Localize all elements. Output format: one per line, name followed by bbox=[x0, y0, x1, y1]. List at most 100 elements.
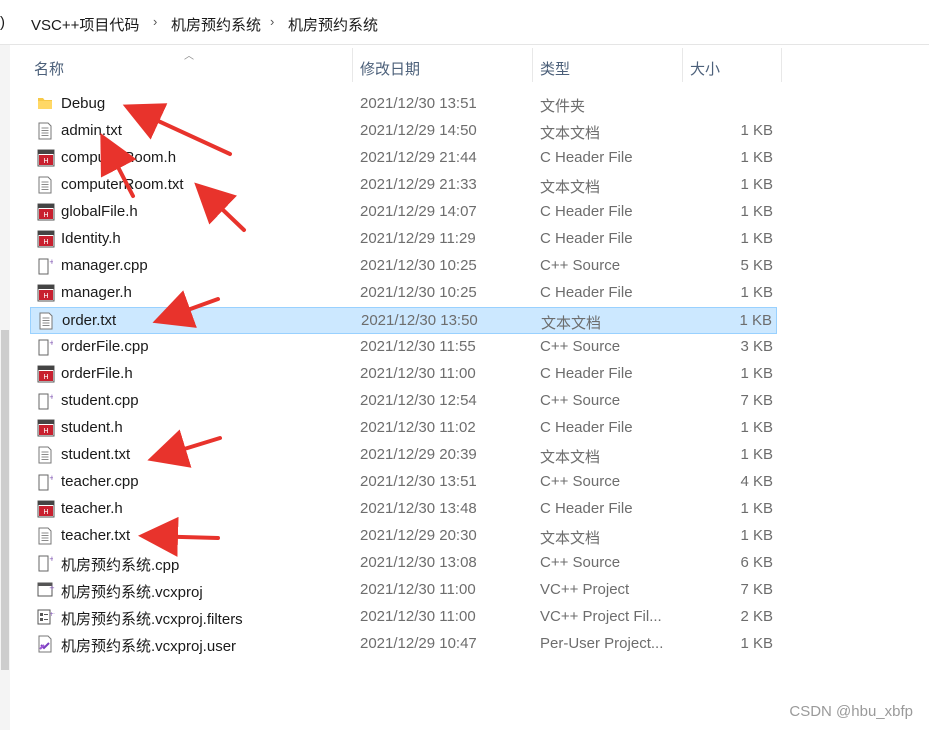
file-size: 1 KB bbox=[740, 149, 773, 166]
file-row[interactable]: HglobalFile.h 2021/12/29 14:07 C Header Fi… bbox=[30, 199, 777, 226]
file-modified-date: 2021/12/30 11:00 bbox=[360, 581, 476, 598]
file-row[interactable]: HcomputerRoom.h 2021/12/29 21:44 C Header … bbox=[30, 145, 777, 172]
file-row[interactable]: ++ 机房预约系统.cpp 2021/12/30 13:08 C++ Source 6 … bbox=[30, 550, 777, 577]
header-file-icon: H bbox=[37, 365, 55, 383]
header-file-icon: H bbox=[37, 203, 55, 221]
file-row[interactable]: student.txt 2021/12/29 20:39 文本文档 1 KB bbox=[30, 442, 777, 469]
text-file-icon bbox=[37, 176, 53, 194]
file-size: 5 KB bbox=[740, 257, 773, 274]
file-modified-date: 2021/12/30 11:55 bbox=[360, 338, 476, 355]
header-file-icon: H bbox=[37, 149, 55, 167]
svg-text:H: H bbox=[43, 292, 48, 300]
column-header-name[interactable]: 名称 bbox=[34, 58, 64, 79]
file-type: C Header File bbox=[540, 284, 633, 301]
file-type: C++ Source bbox=[540, 392, 621, 409]
filters-file-icon: ++ bbox=[37, 608, 59, 626]
file-size: 1 KB bbox=[740, 635, 773, 652]
column-header-type[interactable]: 类型 bbox=[540, 58, 570, 79]
breadcrumb-separator-icon[interactable]: › bbox=[270, 14, 274, 29]
file-size: 1 KB bbox=[740, 203, 773, 220]
file-name: Identity.h bbox=[61, 230, 121, 247]
file-type: C++ Source bbox=[540, 473, 621, 490]
watermark: CSDN @hbu_xbfp bbox=[789, 703, 913, 720]
svg-text:++: ++ bbox=[49, 474, 53, 482]
file-type: 文本文档 bbox=[540, 125, 601, 142]
file-name: admin.txt bbox=[61, 122, 122, 139]
svg-text:++: ++ bbox=[49, 339, 53, 347]
breadcrumb-lead: ) bbox=[0, 14, 5, 31]
file-row[interactable]: Debug 2021/12/30 13:51 文件夹 bbox=[30, 91, 777, 118]
file-row[interactable]: H Identity.h 2021/12/29 11:29 C Header File… bbox=[30, 226, 777, 253]
scrollbar-thumb[interactable] bbox=[1, 330, 9, 670]
file-type: 文本文档 bbox=[540, 449, 601, 466]
file-name: student.cpp bbox=[61, 392, 139, 409]
file-row[interactable]: ++ manager.cpp 2021/12/30 10:25 C++ Source 5… bbox=[30, 253, 777, 280]
folder-icon bbox=[37, 95, 53, 113]
file-name: student.txt bbox=[61, 446, 131, 463]
file-type: C Header File bbox=[540, 203, 633, 220]
breadcrumb-separator-icon[interactable]: › bbox=[153, 14, 157, 29]
file-modified-date: 2021/12/30 10:25 bbox=[360, 257, 477, 274]
file-size: 1 KB bbox=[740, 230, 773, 247]
file-row[interactable]: ++ teacher.cpp 2021/12/30 13:51 C++ Source 4… bbox=[30, 469, 777, 496]
file-row[interactable]: 机房预约系统.vcxproj.user 2021/12/29 10:47 Per-U… bbox=[30, 631, 777, 658]
vs-user-file-icon bbox=[37, 635, 53, 653]
file-name: teacher.txt bbox=[61, 527, 131, 544]
breadcrumb-item-2[interactable]: 机房预约系统 bbox=[171, 14, 261, 35]
file-type: C++ Source bbox=[540, 554, 621, 571]
svg-text:++: ++ bbox=[49, 258, 53, 266]
file-type: C Header File bbox=[540, 230, 633, 247]
header-file-icon: H bbox=[37, 284, 55, 302]
column-divider[interactable] bbox=[682, 48, 683, 82]
file-row[interactable]: ++ 机房预约系统.vcxproj.filters 2021/12/30 11:00… bbox=[30, 604, 777, 631]
svg-text:++: ++ bbox=[49, 611, 55, 618]
svg-text:H: H bbox=[43, 157, 48, 165]
file-row[interactable]: admin.txt 2021/12/29 14:50 文本文档 1 KB bbox=[30, 118, 777, 145]
file-name: 机房预约系统.vcxproj.user bbox=[61, 638, 237, 655]
file-name: student.h bbox=[61, 419, 123, 436]
address-bar[interactable]: ) VSC++项目代码 › 机房预约系统 › 机房预约系统 bbox=[0, 0, 929, 45]
file-size: 1 KB bbox=[740, 419, 773, 436]
navigation-pane-scrollbar[interactable] bbox=[0, 45, 10, 730]
file-row[interactable]: teacher.txt 2021/12/29 20:30 文本文档 1 KB bbox=[30, 523, 777, 550]
file-modified-date: 2021/12/30 11:00 bbox=[360, 365, 476, 382]
file-modified-date: 2021/12/30 12:54 bbox=[360, 392, 477, 409]
file-modified-date: 2021/12/30 11:02 bbox=[360, 419, 476, 436]
file-size: 1 KB bbox=[739, 312, 772, 329]
file-name: manager.h bbox=[61, 284, 132, 301]
column-divider[interactable] bbox=[532, 48, 533, 82]
file-row[interactable]: ++ student.cpp 2021/12/30 12:54 C++ Source 7… bbox=[30, 388, 777, 415]
column-header-size[interactable]: 大小 bbox=[690, 58, 720, 79]
column-divider[interactable] bbox=[352, 48, 353, 82]
cpp-file-icon: ++ bbox=[37, 554, 61, 572]
svg-text:++: ++ bbox=[49, 584, 55, 592]
file-modified-date: 2021/12/29 20:30 bbox=[360, 527, 477, 544]
file-row[interactable]: ++ orderFile.cpp 2021/12/30 11:55 C++ Sourc… bbox=[30, 334, 777, 361]
file-row[interactable]: HorderFile.h 2021/12/30 11:00 C Header Fil… bbox=[30, 361, 777, 388]
file-modified-date: 2021/12/30 13:08 bbox=[360, 554, 477, 571]
file-row[interactable]: order.txt 2021/12/30 13:50 文本文档 1 KB bbox=[30, 307, 777, 334]
text-file-icon bbox=[37, 446, 53, 464]
file-row[interactable]: Hstudent.h 2021/12/30 11:02 C Header File 1… bbox=[30, 415, 777, 442]
column-divider[interactable] bbox=[781, 48, 782, 82]
file-row[interactable]: computerRoom.txt 2021/12/29 21:33 文本文档 1 KB bbox=[30, 172, 777, 199]
header-file-icon: H bbox=[37, 500, 55, 518]
column-header-date[interactable]: 修改日期 bbox=[360, 58, 420, 79]
text-file-icon bbox=[37, 527, 53, 545]
file-name: orderFile.cpp bbox=[61, 338, 149, 355]
file-row[interactable]: Hmanager.h 2021/12/30 10:25 C Header File 1… bbox=[30, 280, 777, 307]
file-size: 7 KB bbox=[740, 392, 773, 409]
file-row[interactable]: Hteacher.h 2021/12/30 13:48 C Header File 1… bbox=[30, 496, 777, 523]
file-name: teacher.cpp bbox=[61, 473, 139, 490]
file-size: 1 KB bbox=[740, 500, 773, 517]
file-type: C Header File bbox=[540, 149, 633, 166]
file-row[interactable]: ++ 机房预约系统.vcxproj 2021/12/30 11:00 VC++ Pro… bbox=[30, 577, 777, 604]
file-modified-date: 2021/12/30 13:50 bbox=[361, 312, 478, 329]
file-type: 文本文档 bbox=[541, 315, 602, 332]
file-modified-date: 2021/12/30 10:25 bbox=[360, 284, 477, 301]
file-type: C++ Source bbox=[540, 338, 621, 355]
breadcrumb-item-1[interactable]: VSC++项目代码 bbox=[31, 14, 139, 35]
header-file-icon: H bbox=[37, 230, 55, 248]
text-file-icon bbox=[38, 312, 54, 330]
breadcrumb-item-3[interactable]: 机房预约系统 bbox=[288, 14, 378, 35]
